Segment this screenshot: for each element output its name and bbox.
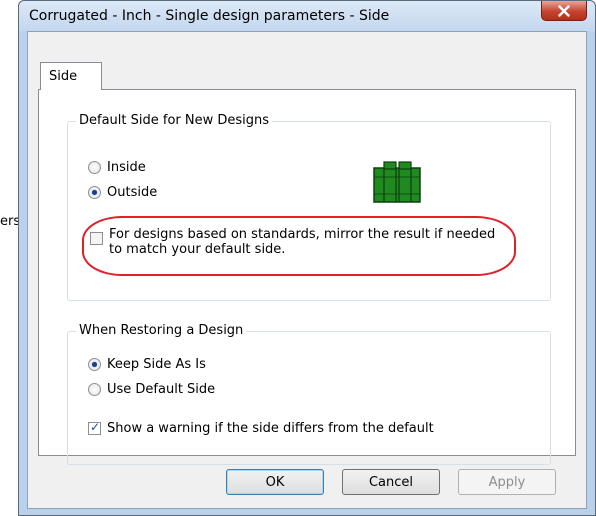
dialog-window: Corrugated - Inch - Single design parame… [18, 0, 596, 516]
radio-outside-label: Outside [107, 185, 158, 200]
radio-inside[interactable]: Inside [88, 160, 146, 175]
box-outside-preview-icon [373, 161, 421, 203]
radio-inside-circle[interactable] [88, 161, 101, 174]
close-button[interactable] [541, 1, 587, 21]
warning-checkbox[interactable] [88, 420, 101, 435]
tab-panel-side: Default Side for New Designs Inside Outs… [38, 89, 576, 465]
close-x-icon [558, 4, 570, 17]
warning-checkbox-row[interactable]: Show a warning if the side differs from … [88, 420, 434, 436]
radio-use-default-circle[interactable] [88, 383, 101, 396]
radio-use-default-label: Use Default Side [107, 382, 216, 397]
radio-keep-side[interactable]: Keep Side As Is [88, 357, 206, 372]
restore-group-title: When Restoring a Design [76, 323, 247, 338]
radio-keep-side-label: Keep Side As Is [107, 357, 206, 372]
radio-use-default[interactable]: Use Default Side [88, 382, 215, 397]
radio-outside-circle[interactable] [88, 186, 101, 199]
ok-button[interactable]: OK [226, 469, 324, 495]
radio-inside-label: Inside [107, 160, 146, 175]
mirror-checkbox[interactable] [90, 232, 103, 245]
default-side-group-title: Default Side for New Designs [76, 113, 273, 128]
mirror-checkbox-row[interactable]: For designs based on standards, mirror t… [90, 227, 499, 257]
default-side-group: Default Side for New Designs Inside Outs… [67, 113, 551, 301]
tab-side[interactable]: Side [40, 62, 102, 90]
restore-group: When Restoring a Design Keep Side As Is … [67, 323, 551, 465]
dialog-client-area: Side Default Side for New Designs Inside… [27, 31, 587, 509]
tab-side-label: Side [49, 69, 78, 84]
dialog-title: Corrugated - Inch - Single design parame… [29, 8, 390, 24]
radio-keep-side-circle[interactable] [88, 358, 101, 371]
cancel-button[interactable]: Cancel [342, 469, 440, 495]
mirror-checkbox-label: For designs based on standards, mirror t… [109, 227, 496, 257]
radio-outside[interactable]: Outside [88, 185, 157, 200]
apply-button[interactable]: Apply [458, 469, 556, 495]
title-bar[interactable]: Corrugated - Inch - Single design parame… [19, 1, 595, 31]
warning-checkbox-label: Show a warning if the side differs from … [107, 421, 434, 436]
